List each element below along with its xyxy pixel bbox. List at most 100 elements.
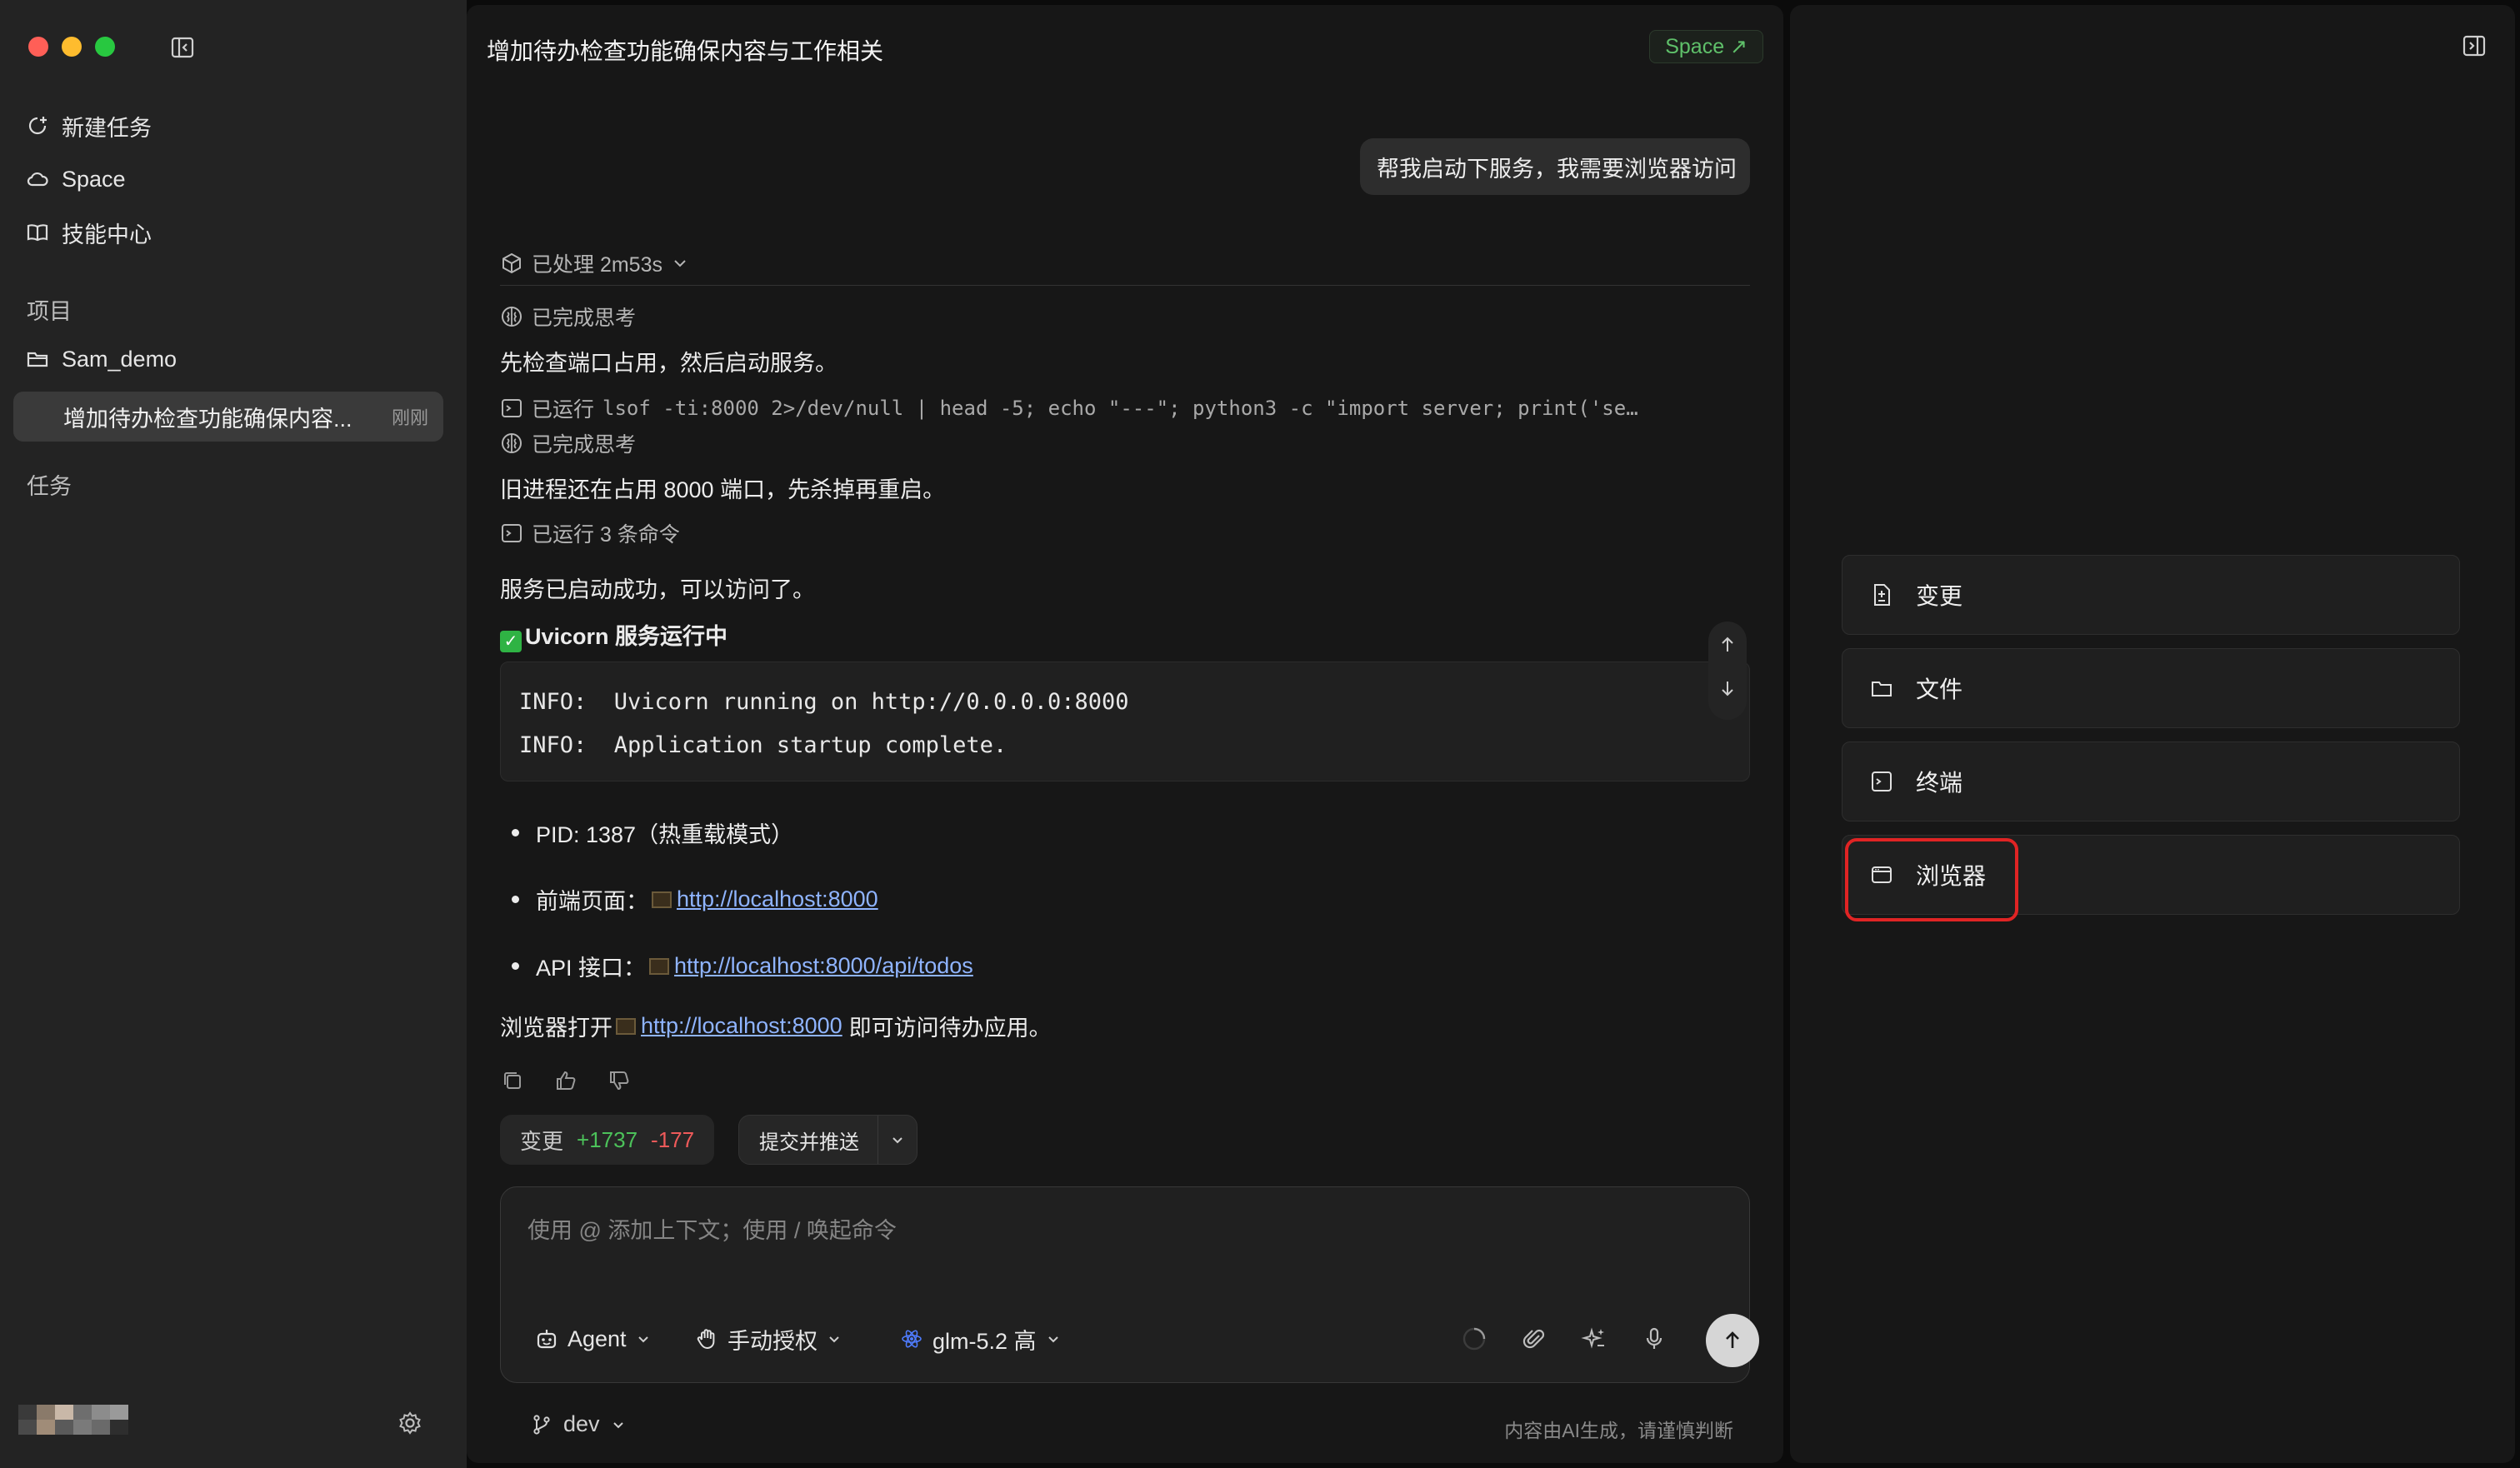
branch-selector[interactable]: dev	[530, 1411, 627, 1437]
api-link[interactable]: http://localhost:8000/api/todos	[674, 953, 973, 979]
frontend-link[interactable]: http://localhost:8000	[677, 886, 878, 912]
chat-panel: 增加待办检查功能确保内容与工作相关 Space ↗ 帮我启动下服务，我需要浏览器…	[467, 5, 1783, 1463]
code-line: INFO: Uvicorn running on http://0.0.0.0:…	[519, 689, 1129, 715]
panel-item-terminal[interactable]: 终端	[1842, 741, 2460, 821]
space-badge-button[interactable]: Space ↗	[1649, 30, 1763, 63]
thinking-label: 已完成思考	[532, 307, 637, 330]
sidebar-item-new-task[interactable]: 新建任务	[25, 105, 152, 147]
send-button[interactable]	[1706, 1314, 1759, 1367]
commit-options-chevron-icon[interactable]	[878, 1116, 917, 1164]
cube-icon	[500, 252, 523, 275]
model-select[interactable]: glm-5.2 高	[899, 1321, 1062, 1357]
brain-icon	[500, 432, 523, 455]
sidebar-toggle-icon[interactable]	[170, 35, 195, 60]
project-item[interactable]: Sam_demo	[25, 338, 177, 380]
command-text: lsof -ti:8000 2>/dev/null | head -5; ech…	[602, 397, 1638, 420]
result-text: 服务已启动成功，可以访问了。	[500, 577, 815, 602]
assistant-text: 旧进程还在占用 8000 端口，先杀掉再重启。	[500, 477, 946, 502]
favicon-icon	[649, 957, 670, 975]
sidebar-item-space[interactable]: Space	[25, 158, 126, 200]
sidebar-item-skills[interactable]: 技能中心	[25, 212, 152, 253]
terminal-icon	[1869, 769, 1894, 794]
thumbs-down-icon[interactable]	[607, 1068, 632, 1093]
commit-push-button-group: 提交并推送	[738, 1115, 918, 1165]
command-step[interactable]: 已运行 3 条命令	[500, 518, 680, 548]
chevron-down-icon	[610, 1416, 627, 1433]
chevron-down-icon	[635, 1331, 652, 1347]
final-link[interactable]: http://localhost:8000	[641, 1013, 842, 1039]
right-panel: 变更 文件 终端 浏览器	[1790, 5, 2515, 1463]
favicon-icon	[652, 891, 672, 908]
attachment-paperclip-icon[interactable]	[1521, 1326, 1548, 1352]
book-icon	[25, 220, 50, 245]
projects-heading: 项目	[27, 299, 72, 324]
thinking-step[interactable]: 已完成思考	[500, 428, 636, 458]
close-window-button[interactable]	[28, 37, 48, 57]
chat-input-box: Agent 手动授权 glm-5.2 高	[500, 1186, 1759, 1383]
check-icon: ✓	[500, 630, 522, 652]
sparkle-enhance-icon[interactable]	[1581, 1326, 1608, 1352]
sidebar-task-item-active[interactable]: 增加待办检查功能确保内容... 刚刚	[13, 392, 443, 442]
panel-item-changes[interactable]: 变更	[1842, 555, 2460, 635]
list-item: API 接口： http://localhost:8000/api/todos	[512, 950, 973, 982]
microphone-icon[interactable]	[1641, 1326, 1668, 1352]
project-name: Sam_demo	[62, 346, 178, 372]
lines-removed: -177	[651, 1126, 695, 1152]
terminal-icon	[500, 522, 523, 545]
git-branch-icon	[530, 1413, 553, 1436]
changes-label: 变更	[520, 1128, 564, 1154]
cloud-icon	[25, 167, 50, 192]
permission-mode-select[interactable]: 手动授权	[694, 1321, 842, 1357]
settings-gear-icon[interactable]	[397, 1410, 423, 1436]
panel-item-files[interactable]: 文件	[1842, 648, 2460, 728]
final-suffix: 即可访问待办应用。	[848, 1016, 1052, 1041]
agent-label: Agent	[568, 1326, 627, 1351]
commit-push-button[interactable]: 提交并推送	[739, 1116, 878, 1164]
sidebar-item-label: Space	[62, 166, 126, 192]
panel-item-label: 变更	[1916, 583, 1963, 609]
sidebar: 新建任务 Space 技能中心 项目 Sam_demo 增加待办检查功能确保内容…	[0, 0, 467, 1468]
code-line: INFO: Application startup complete.	[519, 732, 1008, 758]
pid-text: PID: 1387（热重载模式）	[536, 822, 794, 847]
maximize-window-button[interactable]	[95, 37, 115, 57]
robot-icon	[534, 1326, 559, 1351]
minimize-window-button[interactable]	[62, 37, 82, 57]
list-item: 前端页面： http://localhost:8000	[512, 883, 878, 916]
copy-icon[interactable]	[500, 1068, 525, 1093]
panel-toggle-icon[interactable]	[2462, 33, 2487, 58]
arrow-down-icon[interactable]	[1716, 677, 1739, 700]
thinking-label: 已完成思考	[532, 433, 637, 457]
command-step[interactable]: 已运行 lsof -ti:8000 2>/dev/null | head -5;…	[500, 393, 1638, 423]
chevron-down-icon	[671, 254, 689, 272]
folder-icon	[1869, 676, 1894, 701]
task-time: 刚刚	[391, 407, 428, 428]
final-text: 浏览器打开 http://localhost:8000 即可访问待办应用。	[500, 1010, 1052, 1042]
avatar[interactable]	[18, 1405, 128, 1435]
processed-label: 已处理 2m53s	[532, 253, 662, 277]
arrow-up-icon[interactable]	[1716, 633, 1739, 657]
sidebar-item-label: 技能中心	[62, 222, 152, 247]
window-controls	[28, 37, 115, 57]
changes-summary-button[interactable]: 变更 +1737 -177	[500, 1115, 715, 1165]
model-label: glm-5.2 高	[932, 1328, 1037, 1354]
model-logo-icon	[899, 1326, 924, 1351]
chat-title: 增加待办检查功能确保内容与工作相关	[487, 38, 884, 64]
thinking-step[interactable]: 已完成思考	[500, 302, 636, 332]
lines-added: +1737	[577, 1126, 638, 1152]
hand-icon	[694, 1326, 719, 1351]
chevron-down-icon	[826, 1331, 842, 1347]
agent-mode-select[interactable]: Agent	[534, 1321, 652, 1357]
task-title: 增加待办检查功能确保内容...	[63, 406, 352, 432]
command-label: 已运行	[532, 398, 595, 422]
status-heading: ✓ Uvicorn 服务运行中	[500, 618, 728, 652]
final-prefix: 浏览器打开	[500, 1016, 612, 1041]
scroll-nav	[1708, 622, 1747, 720]
api-label: API 接口：	[536, 956, 647, 981]
processed-toggle[interactable]: 已处理 2m53s	[500, 248, 689, 278]
chat-input[interactable]	[528, 1212, 1711, 1262]
thumbs-up-icon[interactable]	[553, 1068, 578, 1093]
brain-icon	[500, 305, 523, 328]
tasks-heading: 任务	[27, 474, 72, 499]
list-item: PID: 1387（热重载模式）	[512, 816, 793, 849]
code-block: INFO: Uvicorn running on http://0.0.0.0:…	[500, 662, 1750, 781]
